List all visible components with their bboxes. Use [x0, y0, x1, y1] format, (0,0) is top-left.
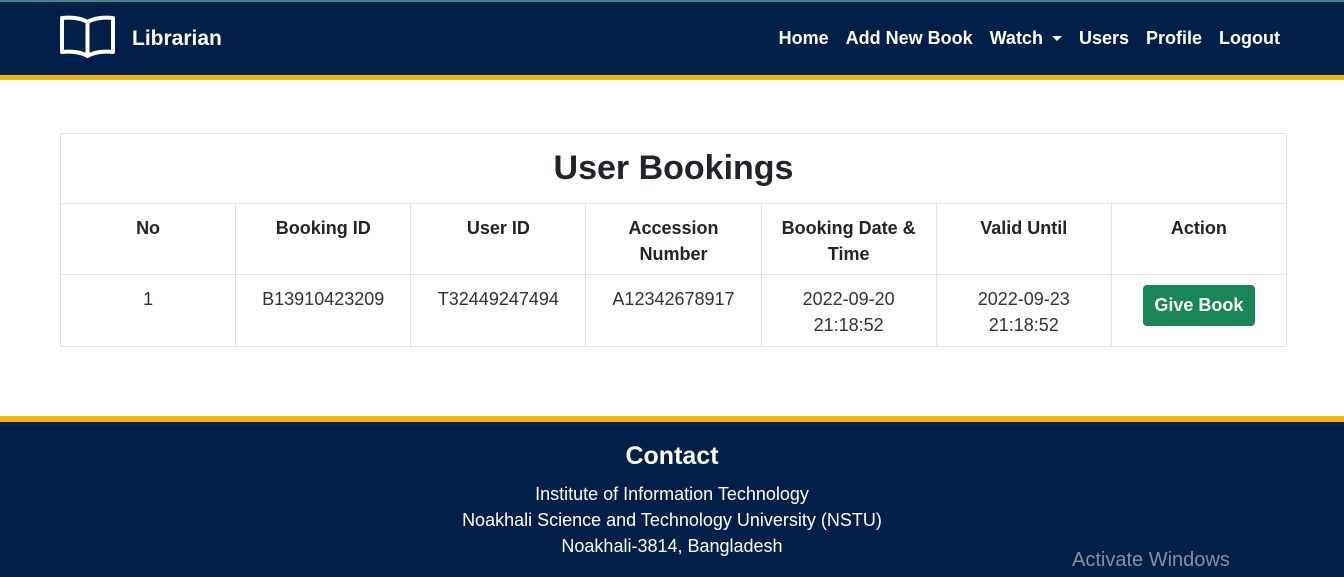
footer-title: Contact: [625, 442, 719, 470]
valid-until-time: 21:18:52: [988, 315, 1059, 335]
column-header-user-id: User ID: [410, 203, 587, 275]
brand[interactable]: Librarian: [59, 14, 222, 65]
open-book-icon: [59, 14, 116, 65]
footer-address-line: Noakhali Science and Technology Universi…: [462, 510, 882, 530]
cell-booking-date-time: 2022-09-20 21:18:52: [760, 274, 937, 347]
give-book-button[interactable]: Give Book: [1142, 285, 1255, 326]
valid-until-date: 2022-09-23: [977, 289, 1070, 309]
activate-windows-watermark: Activate Windows: [1072, 549, 1230, 571]
cell-booking-id: B13910423209: [235, 274, 412, 347]
navbar-accent-stripe: [0, 75, 1344, 80]
brand-name: Librarian: [132, 27, 222, 50]
table-title-row: User Bookings: [60, 133, 1287, 204]
column-header-accession-number: Accession Number: [585, 203, 762, 275]
nav-add-new-book[interactable]: Add New Book: [846, 28, 973, 49]
nav-watch-dropdown[interactable]: Watch: [990, 28, 1062, 49]
table-title: User Bookings: [60, 133, 1287, 204]
cell-action: Give Book: [1110, 274, 1288, 347]
caret-down-icon: [1051, 36, 1062, 41]
column-header-booking-id: Booking ID: [235, 203, 412, 275]
nav-watch-label: Watch: [989, 28, 1043, 48]
cell-valid-until: 2022-09-23 21:18:52: [935, 274, 1112, 347]
column-header-no: No: [59, 203, 237, 275]
booking-date: 2022-09-20: [802, 289, 895, 309]
table-row: 1 B13910423209 T32449247494 A12342678917…: [59, 274, 1288, 347]
nav-profile[interactable]: Profile: [1146, 28, 1202, 49]
column-header-valid-until: Valid Until: [935, 203, 1112, 275]
footer-address-line: Institute of Information Technology: [535, 484, 809, 504]
cell-user-id: T32449247494: [410, 274, 587, 347]
booking-time: 21:18:52: [813, 315, 884, 335]
nav-users[interactable]: Users: [1079, 28, 1129, 49]
cell-accession-number: A12342678917: [585, 274, 762, 347]
nav-logout[interactable]: Logout: [1219, 28, 1280, 49]
cell-no: 1: [59, 274, 237, 347]
column-header-booking-date-time: Booking Date & Time: [760, 203, 937, 275]
bookings-table: User Bookings No Booking ID User ID Acce…: [59, 133, 1288, 347]
nav-home[interactable]: Home: [779, 28, 829, 49]
nav-links: Home Add New Book Watch Users Profile Lo…: [762, 2, 1280, 75]
navbar: Librarian Home Add New Book Watch Users …: [0, 2, 1344, 75]
column-header-action: Action: [1110, 203, 1288, 275]
table-header-row: No Booking ID User ID Accession Number B…: [59, 203, 1288, 275]
